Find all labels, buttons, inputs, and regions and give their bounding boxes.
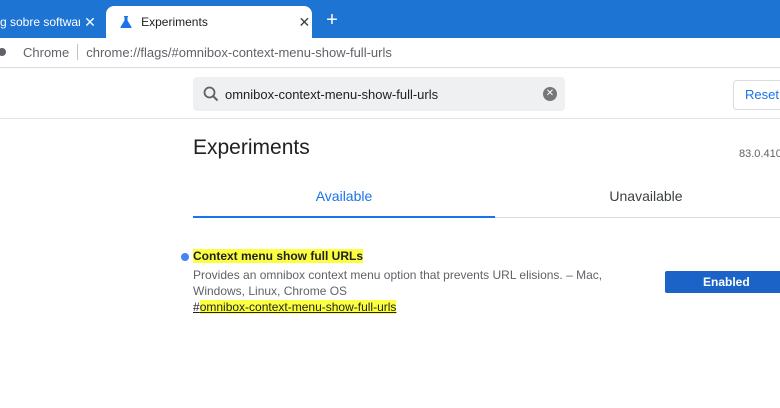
site-info-icon[interactable] — [0, 48, 6, 56]
new-tab-button[interactable]: + — [322, 10, 342, 30]
omnibox[interactable]: Chrome chrome://flags/#omnibox-context-m… — [0, 44, 392, 60]
tab-inactive[interactable]: g sobre software, l ✕ — [0, 6, 104, 38]
flags-tabs: Available Unavailable — [193, 178, 780, 218]
tab-title: Experiments — [141, 15, 208, 29]
reset-all-button[interactable]: Reset all — [733, 80, 780, 110]
experiment-permalink[interactable]: #omnibox-context-menu-show-full-urls — [193, 300, 397, 314]
permalink-text: omnibox-context-menu-show-full-urls — [199, 300, 397, 314]
tab-strip: g sobre software, l ✕ Experiments ✕ + — [0, 0, 780, 38]
flags-header: ✕ Reset all — [0, 69, 780, 119]
omnibox-row: Chrome chrome://flags/#omnibox-context-m… — [0, 38, 780, 68]
close-tab-icon[interactable]: ✕ — [82, 14, 98, 31]
clear-search-icon[interactable]: ✕ — [543, 87, 557, 101]
version-label: 83.0.4103 — [739, 148, 780, 160]
experiment-name: Context menu show full URLs — [193, 249, 364, 263]
omnibox-chip-label: Chrome — [23, 44, 70, 60]
experiment-state-select[interactable]: Enabled — [665, 271, 780, 293]
tab-title: g sobre software, l — [0, 15, 80, 29]
separator — [77, 44, 79, 60]
flask-icon — [118, 14, 133, 30]
tab-unavailable[interactable]: Unavailable — [495, 178, 780, 218]
omnibox-url[interactable]: chrome://flags/#omnibox-context-menu-sho… — [86, 45, 392, 60]
tab-experiments[interactable]: Experiments ✕ — [106, 6, 312, 38]
modified-indicator — [181, 253, 189, 261]
close-tab-icon[interactable]: ✕ — [297, 14, 312, 31]
page-title: Experiments — [193, 136, 310, 159]
search-input[interactable] — [225, 86, 525, 102]
search-icon — [203, 86, 219, 102]
search-box[interactable]: ✕ — [193, 77, 565, 111]
permalink-hash: # — [193, 300, 200, 314]
tab-available[interactable]: Available — [193, 178, 495, 218]
experiment-description: Provides an omnibox context menu option … — [193, 268, 603, 298]
